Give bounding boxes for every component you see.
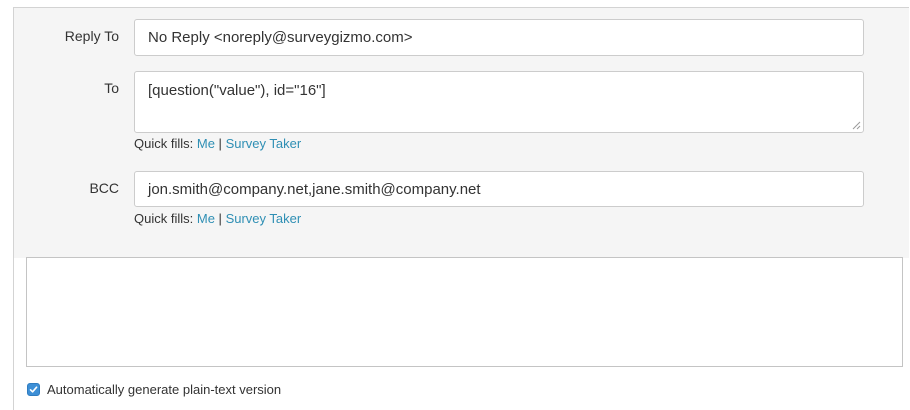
to-quick-fill-me-link[interactable]: Me [197, 136, 215, 151]
email-header-panel: Reply To No Reply <noreply@surveygizmo.c… [14, 8, 909, 258]
bcc-field[interactable]: jon.smith@company.net,jane.smith@company… [134, 171, 864, 207]
message-body-editor[interactable] [26, 257, 903, 367]
bcc-quick-fill-separator: | [218, 211, 222, 226]
to-quick-fills-label: Quick fills: [134, 136, 194, 151]
email-settings-frame: Reply To No Reply <noreply@surveygizmo.c… [13, 7, 909, 410]
bcc-quick-fills-label: Quick fills: [134, 211, 194, 226]
reply-to-label: Reply To [64, 28, 119, 44]
bcc-quick-fills: Quick fills: Me | Survey Taker [134, 211, 301, 226]
plain-text-label: Automatically generate plain-text versio… [47, 382, 282, 397]
bcc-quick-fill-me-link[interactable]: Me [197, 211, 215, 226]
to-value: [question("value"), id="16"] [148, 82, 326, 99]
checkmark-icon [29, 386, 38, 393]
to-quick-fill-survey-taker-link[interactable]: Survey Taker [226, 136, 302, 151]
reply-to-value: No Reply <noreply@surveygizmo.com> [148, 29, 413, 46]
to-label: To [104, 80, 119, 96]
bcc-label: BCC [89, 180, 119, 196]
reply-to-field[interactable]: No Reply <noreply@surveygizmo.com> [134, 19, 864, 56]
resize-grip-icon[interactable] [852, 121, 861, 130]
plain-text-option: Automatically generate plain-text versio… [27, 382, 281, 397]
to-field[interactable]: [question("value"), id="16"] [134, 71, 864, 133]
bcc-value: jon.smith@company.net,jane.smith@company… [148, 180, 481, 198]
to-quick-fills: Quick fills: Me | Survey Taker [134, 136, 301, 151]
plain-text-checkbox[interactable] [27, 383, 40, 396]
to-quick-fill-separator: | [218, 136, 222, 151]
bcc-quick-fill-survey-taker-link[interactable]: Survey Taker [226, 211, 302, 226]
